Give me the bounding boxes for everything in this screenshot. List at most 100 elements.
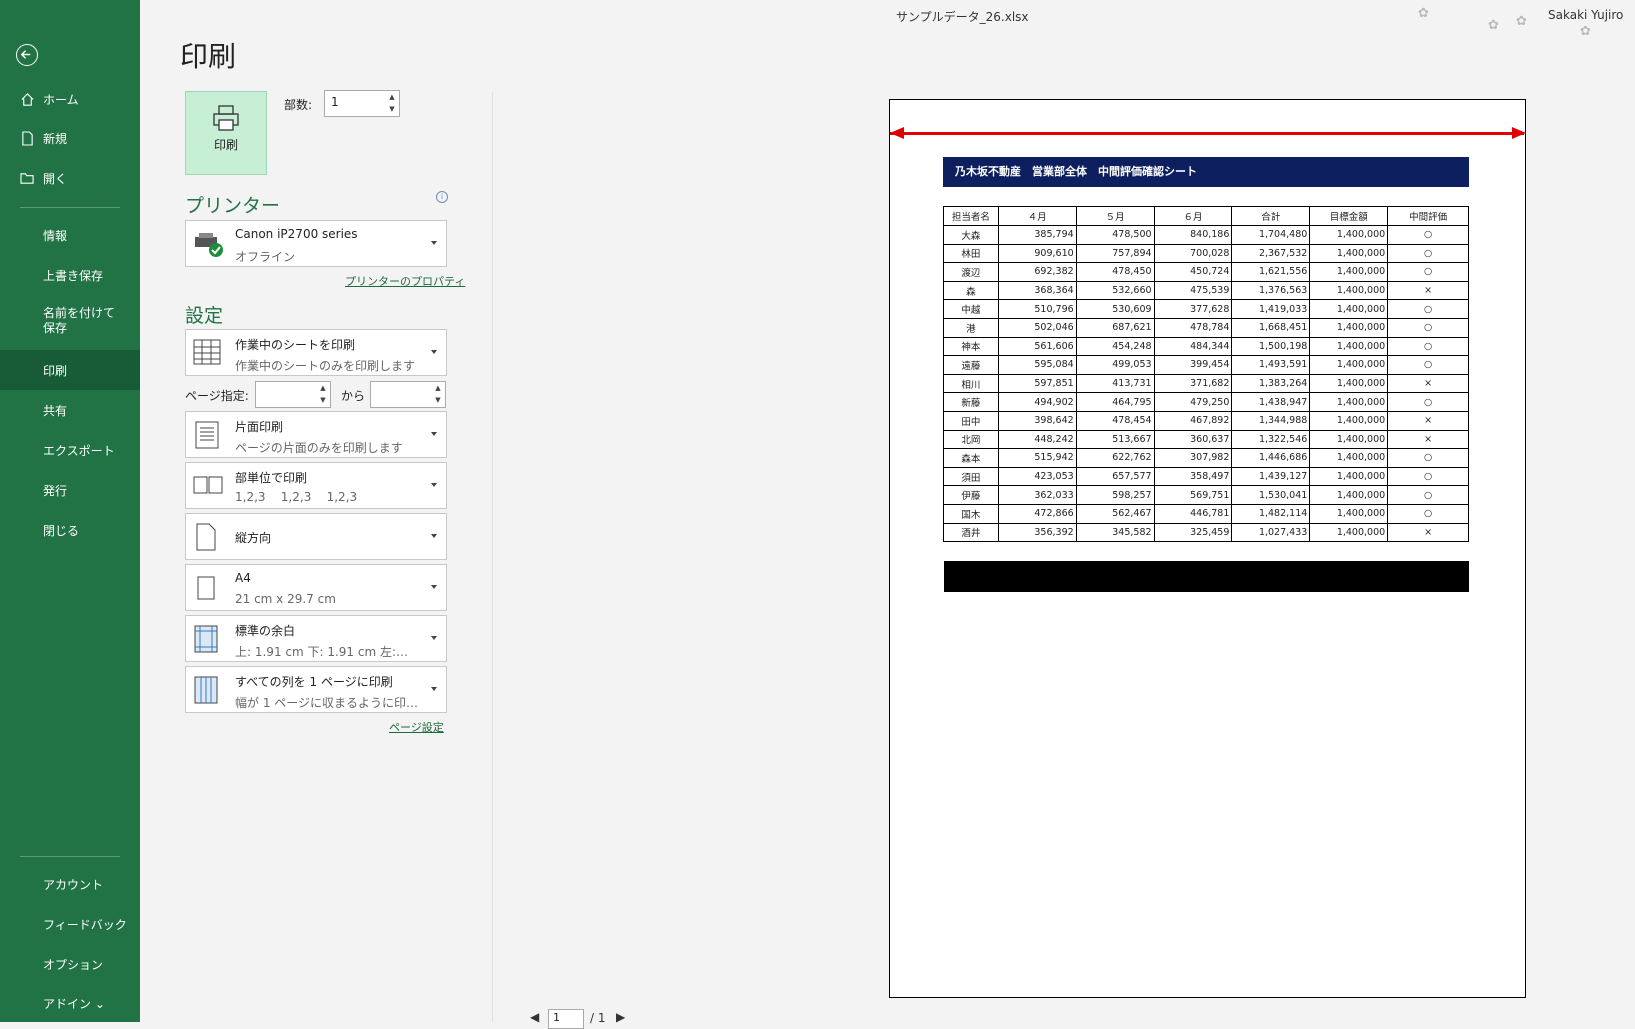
page-title: 印刷 xyxy=(180,40,237,73)
sidebar-item-label: フィードバック xyxy=(43,917,127,932)
back-arrow-icon[interactable] xyxy=(16,44,38,66)
sidebar-item-account[interactable]: アカウント xyxy=(0,865,140,903)
report-table: 担当者名 ４月 ５月 ６月 合計 目標金額 中間評価 大森 385,794 478,500 840… xyxy=(943,206,1469,543)
spin-up-icon[interactable]: ▲ xyxy=(388,93,396,101)
collate-dropdown[interactable]: 部単位で印刷 1,2,3 1,2,3 1,2,3 xyxy=(185,462,447,509)
sidebar-item-print[interactable]: 印刷 xyxy=(0,350,140,390)
table-cell: 1,419,033 xyxy=(1231,299,1311,319)
table-cell: 515,942 xyxy=(997,448,1077,468)
spin-down-icon[interactable]: ▼ xyxy=(319,396,327,404)
sidebar-item-export[interactable]: エクスポート xyxy=(0,431,140,469)
sidebar-item-label: 開く xyxy=(43,171,68,186)
sidebar-item-info[interactable]: 情報 xyxy=(0,216,140,254)
table-cell: × xyxy=(1387,410,1469,431)
sides-dropdown[interactable]: 片面印刷 ページの片面のみを印刷します xyxy=(185,411,447,458)
spin-up-icon[interactable]: ▲ xyxy=(434,384,442,392)
orientation-dropdown[interactable]: 縦方向 xyxy=(185,513,447,560)
page-from-input[interactable]: ▲ ▼ xyxy=(255,381,331,408)
sidebar-item-home[interactable]: ホーム xyxy=(0,80,140,118)
sidebar-item-open[interactable]: 開く xyxy=(0,159,140,197)
table-row: 酒井 356,392 345,582 325,459 1,027,433 1,400,00… xyxy=(943,522,1469,543)
sidebar-item-save-as[interactable]: 名前を付けて保存 xyxy=(0,302,140,348)
table-cell: 1,027,433 xyxy=(1231,522,1311,543)
chevron-down-icon xyxy=(431,432,437,436)
redacted-bar xyxy=(944,561,1469,592)
page-width-arrow xyxy=(890,132,1524,135)
sidebar-item-label: エクスポート xyxy=(43,443,115,458)
printer-properties-link[interactable]: プリンターのプロパティ xyxy=(345,273,465,289)
sheet-grid-icon xyxy=(193,338,221,368)
page-setup-link[interactable]: ページ設定 xyxy=(389,719,444,735)
table-cell: 687,621 xyxy=(1075,317,1155,338)
sidebar-item-save[interactable]: 上書き保存 xyxy=(0,256,140,294)
arrow-left-icon xyxy=(890,127,904,139)
table-cell: 2,367,532 xyxy=(1231,243,1311,264)
paper-size-dropdown[interactable]: A4 21 cm x 29.7 cm xyxy=(185,564,447,611)
print-what-dropdown[interactable]: 作業中のシートを印刷 作業中のシートのみを印刷します xyxy=(185,329,447,376)
sidebar-item-options[interactable]: オプション xyxy=(0,945,140,983)
setting-sub: 上: 1.91 cm 下: 1.91 cm 左:… xyxy=(235,645,409,659)
paper-icon xyxy=(193,573,221,603)
print-button[interactable]: 印刷 xyxy=(185,91,267,175)
table-header-row: 担当者名 ４月 ５月 ６月 合計 目標金額 中間評価 xyxy=(943,206,1469,226)
table-cell: 1,383,264 xyxy=(1231,373,1311,394)
table-cell: 田中 xyxy=(943,410,999,431)
table-cell: ○ xyxy=(1387,448,1469,468)
copies-input[interactable]: 1 ▲ ▼ xyxy=(324,90,400,117)
table-cell: 1,400,000 xyxy=(1309,429,1389,450)
page-number-input[interactable]: 1 xyxy=(548,1009,584,1029)
info-icon[interactable]: i xyxy=(436,191,448,203)
table-cell: 597,851 xyxy=(997,373,1077,394)
home-icon xyxy=(19,91,35,107)
new-file-icon xyxy=(19,130,35,146)
setting-sub: 1,2,3 1,2,3 1,2,3 xyxy=(235,490,358,504)
table-cell: 484,344 xyxy=(1153,336,1233,357)
setting-main: 片面印刷 xyxy=(235,420,284,434)
setting-main: すべての列を 1 ページに印刷 xyxy=(235,675,393,689)
table-cell: 1,400,000 xyxy=(1309,373,1389,394)
table-row: 新藤 494,902 464,795 479,250 1,438,947 1,400,00… xyxy=(943,392,1469,412)
printer-dropdown[interactable]: Canon iP2700 series オフライン xyxy=(185,220,447,267)
sidebar-item-addins[interactable]: アドイン ⌄ xyxy=(0,984,140,1022)
decoration-icon: ✿ xyxy=(1488,18,1499,33)
table-row: 遠藤 595,084 499,053 399,454 1,493,591 1,400,00… xyxy=(943,355,1469,375)
spin-up-icon[interactable]: ▲ xyxy=(319,384,327,392)
sidebar-item-share[interactable]: 共有 xyxy=(0,391,140,429)
table-cell: 北岡 xyxy=(943,429,999,450)
table-cell: 1,530,041 xyxy=(1231,485,1311,505)
table-cell: 692,382 xyxy=(997,262,1077,282)
sidebar-item-close[interactable]: 閉じる xyxy=(0,511,140,549)
table-cell: 622,762 xyxy=(1075,448,1155,468)
margins-dropdown[interactable]: 標準の余白 上: 1.91 cm 下: 1.91 cm 左:… xyxy=(185,615,447,662)
table-cell: 513,667 xyxy=(1075,429,1155,450)
sidebar-item-label: 上書き保存 xyxy=(43,268,104,283)
printer-icon xyxy=(213,105,239,131)
printer-status: オフライン xyxy=(235,250,296,264)
sidebar-divider xyxy=(20,856,120,857)
scaling-dropdown[interactable]: すべての列を 1 ページに印刷 幅が 1 ページに収まるように印刷… xyxy=(185,666,447,713)
decoration-icon: ✿ xyxy=(1580,24,1591,39)
table-cell: × xyxy=(1387,373,1469,394)
table-cell: 502,046 xyxy=(997,317,1077,338)
table-cell: 478,784 xyxy=(1153,317,1233,338)
page-to-input[interactable]: ▲ ▼ xyxy=(370,381,446,408)
user-name[interactable]: Sakaki Yujiro xyxy=(1548,8,1623,22)
table-cell: 448,242 xyxy=(997,429,1077,450)
table-cell: 478,454 xyxy=(1075,410,1155,431)
spin-down-icon[interactable]: ▼ xyxy=(388,105,396,113)
spin-down-icon[interactable]: ▼ xyxy=(434,396,442,404)
sidebar-item-new[interactable]: 新規 xyxy=(0,119,140,157)
table-cell: 1,400,000 xyxy=(1309,448,1389,468)
table-cell: 1,344,988 xyxy=(1231,410,1311,431)
chevron-down-icon xyxy=(431,585,437,589)
table-cell: 1,400,000 xyxy=(1309,336,1389,357)
table-cell: 413,731 xyxy=(1075,373,1155,394)
column-header: 合計 xyxy=(1231,206,1311,226)
sidebar-item-feedback[interactable]: フィードバック xyxy=(0,905,140,943)
table-cell: ○ xyxy=(1387,336,1469,357)
table-row: 森 368,364 532,660 475,539 1,376,563 1,400,000… xyxy=(943,280,1469,301)
table-cell: 森 xyxy=(943,280,999,301)
table-row: 森本 515,942 622,762 307,982 1,446,686 1,400,00… xyxy=(943,448,1469,468)
sidebar-item-publish[interactable]: 発行 xyxy=(0,471,140,509)
table-cell: 561,606 xyxy=(997,336,1077,357)
